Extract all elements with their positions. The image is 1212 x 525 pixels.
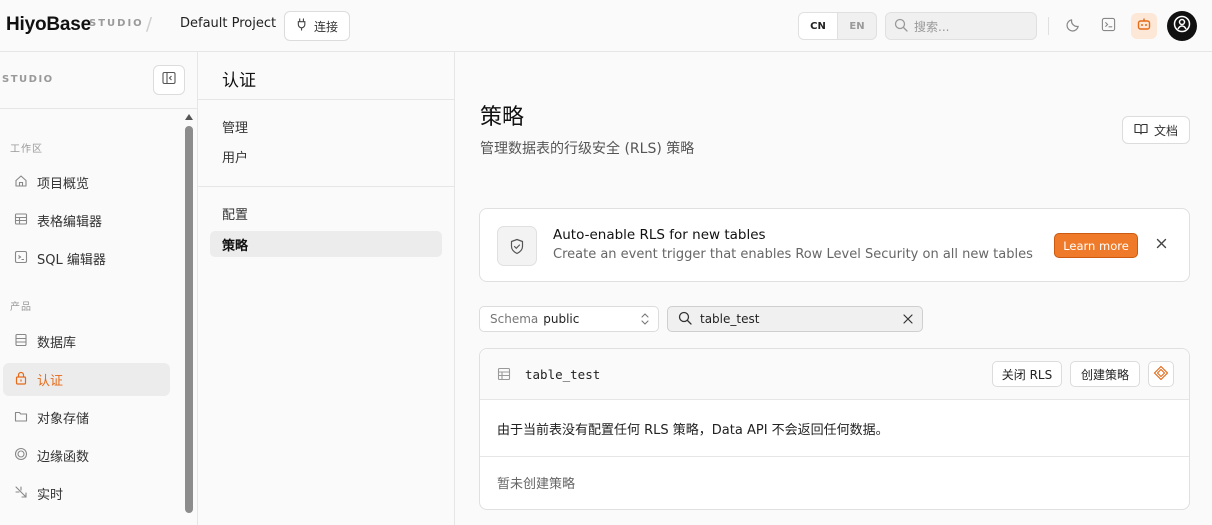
robot-icon: [1136, 16, 1152, 36]
chevron-up-down-icon: [640, 312, 650, 329]
divider: [198, 99, 454, 100]
subnav-title: 认证: [222, 71, 256, 91]
table-policy-card: table_test 关闭 RLS 创建策略 由于当前表没有配置任何 RLS 策…: [479, 348, 1190, 510]
banner-title: Auto-enable RLS for new tables: [553, 227, 766, 243]
scroll-thumb[interactable]: [185, 126, 193, 513]
table-card-header: table_test 关闭 RLS 创建策略: [480, 349, 1189, 400]
scroll-up-arrow[interactable]: [185, 114, 193, 120]
banner-description: Create an event trigger that enables Row…: [553, 247, 1033, 262]
sidebar-item-database[interactable]: 数据库: [3, 325, 170, 358]
connect-label: 连接: [313, 19, 338, 34]
terminal-button[interactable]: [1095, 13, 1121, 39]
divider: [1048, 17, 1049, 35]
divider: [480, 456, 1189, 457]
sidebar-item-storage[interactable]: 对象存储: [3, 401, 170, 434]
sidebar-item-label: 表格编辑器: [37, 215, 103, 230]
lang-en-button[interactable]: EN: [838, 13, 876, 39]
connect-button[interactable]: 连接: [284, 11, 350, 41]
project-name[interactable]: Default Project: [180, 16, 276, 31]
close-banner-button[interactable]: [1151, 235, 1171, 255]
sidebar-item-label: 实时: [37, 488, 64, 503]
moon-icon: [1065, 17, 1081, 36]
subnav-item-manage[interactable]: 管理: [210, 113, 442, 139]
table-icon: [14, 212, 28, 230]
studio-tag: STUDIO: [89, 18, 144, 29]
subnav-item-policies[interactable]: 策略: [210, 231, 442, 257]
logo[interactable]: HiyoBase: [6, 14, 91, 36]
docs-button[interactable]: 文档: [1122, 116, 1190, 144]
ai-assistant-button[interactable]: [1148, 361, 1174, 387]
subnav-item-users[interactable]: 用户: [210, 143, 442, 169]
database-icon: [14, 333, 28, 351]
sidebar-item-label: 认证: [37, 374, 64, 389]
sparkle-diamond-icon: [1153, 365, 1169, 384]
create-policy-button[interactable]: 创建策略: [1070, 361, 1140, 387]
folder-icon: [14, 409, 28, 427]
breadcrumb-separator: /: [146, 14, 153, 35]
sidebar-item-label: 数据库: [37, 336, 77, 351]
sidebar-item-label: 边缘函数: [37, 450, 90, 465]
plug-icon: [296, 18, 309, 34]
sidebar-item-table-editor[interactable]: 表格编辑器: [3, 204, 170, 237]
global-search[interactable]: 搜索...: [885, 12, 1037, 40]
sidebar-item-sql-editor[interactable]: SQL 编辑器: [3, 242, 170, 275]
learn-more-button[interactable]: Learn more: [1054, 233, 1138, 258]
realtime-icon: [14, 485, 28, 503]
table-icon: [497, 367, 511, 385]
empty-policies-text: 暂未创建策略: [497, 477, 576, 492]
sidebar-collapse-icon: [162, 71, 176, 89]
user-icon: [1173, 15, 1191, 37]
search-icon: [678, 311, 692, 328]
language-switch: CN EN: [798, 12, 877, 40]
search-icon: [894, 18, 908, 35]
sidebar-section-workspace: 工作区: [10, 144, 43, 155]
sidebar-item-label: 对象存储: [37, 412, 90, 427]
table-search-input[interactable]: table_test: [667, 306, 923, 332]
subnav-item-config[interactable]: 配置: [210, 200, 442, 226]
theme-toggle-button[interactable]: [1060, 13, 1086, 39]
sidebar-item-edge-functions[interactable]: 边缘函数: [3, 439, 170, 472]
sidebar-scrollbar[interactable]: [185, 114, 193, 519]
rls-banner: Auto-enable RLS for new tables Create an…: [479, 208, 1190, 282]
sidebar-item-overview[interactable]: 项目概览: [3, 166, 170, 199]
collapse-sidebar-button[interactable]: [153, 65, 185, 95]
user-avatar[interactable]: [1167, 11, 1197, 41]
divider: [198, 186, 454, 187]
no-policy-warning: 由于当前表没有配置任何 RLS 策略，Data API 不会返回任何数据。: [497, 423, 889, 438]
table-name: table_test: [525, 367, 601, 382]
sidebar-section-products: 产品: [10, 302, 32, 313]
page-title: 策略: [480, 105, 525, 130]
sidebar-item-realtime[interactable]: 实时: [3, 477, 170, 510]
page-subtitle: 管理数据表的行级安全 (RLS) 策略: [480, 141, 695, 157]
main-content: 策略 管理数据表的行级安全 (RLS) 策略 文档 Auto-enable RL…: [456, 52, 1212, 525]
schema-value: public: [543, 312, 580, 326]
table-search-value: table_test: [700, 312, 760, 326]
disable-rls-button[interactable]: 关闭 RLS: [992, 361, 1062, 387]
close-icon: [1156, 238, 1167, 253]
top-bar: HiyoBase STUDIO / Default Project 连接 CN …: [0, 0, 1212, 52]
search-placeholder: 搜索...: [914, 19, 950, 34]
book-icon: [1134, 123, 1148, 138]
sidebar-title: STUDIO: [2, 74, 54, 85]
divider: [0, 108, 197, 109]
assistant-button[interactable]: [1131, 13, 1157, 39]
function-icon: [14, 447, 28, 465]
lock-icon: [14, 371, 28, 389]
clear-search-icon[interactable]: [902, 312, 914, 329]
sidebar-item-auth[interactable]: 认证: [3, 363, 170, 396]
lang-cn-button[interactable]: CN: [799, 13, 838, 39]
sidebar-item-label: 项目概览: [37, 177, 90, 192]
terminal-icon: [14, 250, 28, 268]
home-icon: [14, 174, 28, 192]
schema-select[interactable]: Schema public: [479, 306, 659, 332]
schema-label: Schema: [490, 312, 539, 326]
auth-subnav: 认证 管理 用户 配置 策略: [198, 52, 455, 525]
docs-label: 文档: [1153, 123, 1178, 138]
sidebar: STUDIO 工作区 项目概览 表格编辑器 SQL 编辑器 产品 数据库 认证 …: [0, 52, 198, 525]
shield-icon: [497, 226, 537, 266]
terminal-icon: [1101, 17, 1116, 36]
sidebar-item-label: SQL 编辑器: [37, 253, 106, 268]
